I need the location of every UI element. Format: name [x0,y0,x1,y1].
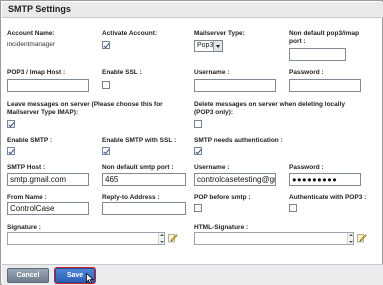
signature-scrollbar[interactable] [158,233,164,244]
signature-label: Signature : [7,224,41,231]
titlebar: SMTP Settings [2,2,383,18]
delete-messages-checkbox[interactable] [194,120,202,128]
mailserver-type-select[interactable]: Pop3 [194,40,223,52]
smtp-settings-dialog: SMTP Settings Account Name: incidentmana… [0,0,383,285]
smtp-needs-auth-checkbox[interactable] [194,147,202,155]
smtp-port-input[interactable]: 465 [102,173,186,186]
activate-account-checkbox[interactable] [102,41,110,49]
edit-pencil-icon[interactable] [168,233,178,243]
smtp-needs-auth-label: SMTP needs authentication : [194,137,283,144]
reply-to-input[interactable] [102,202,186,215]
html-signature-textarea[interactable] [194,232,354,245]
mailserver-type-value: Pop3 [197,42,214,49]
mouse-cursor-icon [86,273,94,284]
enable-smtp-ssl-checkbox[interactable] [102,147,110,155]
chevron-down-icon [213,41,222,51]
pop-before-smtp-label: POP before smtp : [194,194,251,201]
account-name-label: Account Name: [7,30,55,37]
smtp-password-input[interactable]: ●●●●●●●●● [289,173,361,186]
from-name-input[interactable]: ControlCase [7,202,89,215]
non-default-pop3-port-label: Non default pop3/imap port : [289,30,360,45]
pop-password-label: Password : [289,69,324,76]
smtp-port-label: Non default smtp port : [102,164,174,171]
mailserver-type-label: Mailserver Type: [194,30,245,37]
cancel-button[interactable]: Cancel [7,268,49,283]
pop-before-smtp-checkbox[interactable] [194,204,202,212]
reply-to-label: Reply-to Address : [102,194,160,201]
delete-messages-label: Delete messages on server when deleting … [194,101,346,116]
smtp-username-input[interactable]: controlcasetesting@gmai [194,173,276,186]
edit-pencil-icon[interactable] [357,233,367,243]
non-default-pop3-port-input[interactable] [289,48,346,61]
enable-smtp-checkbox[interactable] [7,147,15,155]
enable-ssl-label: Enable SSL : [102,69,142,76]
smtp-host-label: SMTP Host : [7,164,46,171]
auth-with-pop3-label: Authenticate with POP3 : [289,194,367,201]
pop3-host-input[interactable] [7,79,89,92]
pop3-host-label: POP3 / Imap Host : [7,69,66,76]
enable-smtp-label: Enable SMTP : [7,137,53,144]
from-name-label: From Name : [7,194,47,201]
pop-password-input[interactable] [289,79,361,92]
leave-messages-label: Leave messages on server (Please choose … [7,101,163,116]
smtp-username-label: Username : [194,164,230,171]
enable-ssl-checkbox[interactable] [102,81,110,89]
enable-smtp-ssl-label: Enable SMTP with SSL : [102,137,177,144]
activate-account-label: Activate Account: [102,30,158,37]
pop-username-label: Username : [194,69,230,76]
html-signature-scrollbar[interactable] [347,233,353,244]
smtp-password-label: Password : [289,164,324,171]
dialog-title: SMTP Settings [8,4,71,14]
pop-username-input[interactable] [194,79,276,92]
smtp-host-input[interactable]: smtp.gmail.com [7,173,89,186]
leave-messages-checkbox[interactable] [7,120,15,128]
auth-with-pop3-checkbox[interactable] [289,204,297,212]
account-name-value: incidentmanager [7,41,56,48]
signature-textarea[interactable] [7,232,165,245]
html-signature-label: HTML-Signature : [194,224,249,231]
